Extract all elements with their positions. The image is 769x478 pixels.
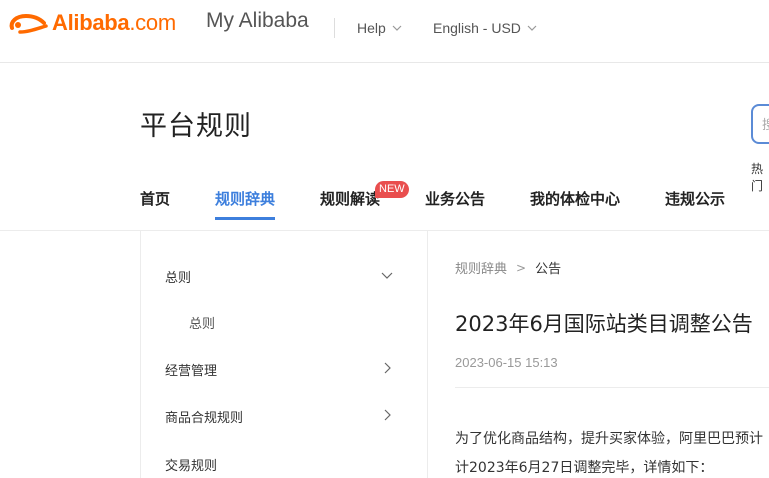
sidebar-item-product-compliance[interactable]: 商品合规规则 (165, 407, 243, 426)
logo-suffix: .com (129, 10, 176, 35)
help-dropdown[interactable]: Help (357, 20, 402, 36)
chevron-down-icon[interactable] (381, 269, 393, 281)
chevron-right-icon[interactable] (381, 362, 393, 374)
sidebar-item-business-management[interactable]: 经营管理 (165, 360, 217, 379)
sidebar-item-general[interactable]: 总则 (165, 267, 191, 286)
breadcrumb-current: 公告 (535, 262, 562, 277)
article-paragraph-line: 计2023年6月27日调整完毕，详情如下： (455, 460, 714, 476)
active-tab-underline (215, 217, 275, 220)
logo-text: Alibaba.com (52, 10, 176, 36)
search-placeholder: 搜 (762, 118, 769, 133)
language-dropdown[interactable]: English - USD (433, 20, 537, 36)
sidebar-item-trade-rules[interactable]: 交易规则 (165, 455, 217, 474)
article-title: 2023年6月国际站类目调整公告 (455, 312, 753, 336)
chevron-down-icon (527, 25, 537, 31)
alibaba-logo-icon (9, 13, 48, 34)
tab-home[interactable]: 首页 (140, 188, 170, 209)
top-bar: Alibaba.com My Alibaba Help English - US… (0, 0, 769, 63)
alibaba-logo[interactable]: Alibaba.com (6, 10, 176, 36)
article-paragraph-line: 为了优化商品结构，提升买家体验，阿里巴巴预计 (455, 431, 763, 447)
page-title: 平台规则 (140, 111, 252, 142)
tab-violation-publicity[interactable]: 违规公示 (665, 188, 725, 209)
breadcrumb: 规则辞典 > 公告 (455, 258, 562, 278)
help-label: Help (357, 20, 386, 36)
tab-my-check-center[interactable]: 我的体检中心 (530, 188, 620, 209)
sidebar-subitem-general[interactable]: 总则 (189, 313, 215, 332)
top-separator (334, 18, 335, 38)
breadcrumb-separator: > (516, 260, 527, 275)
new-badge: NEW (375, 181, 409, 198)
tab-rules-interpretation[interactable]: 规则解读 (320, 188, 380, 209)
language-label: English - USD (433, 20, 521, 36)
chevron-down-icon (392, 25, 402, 31)
article-divider (455, 387, 769, 388)
tab-business-notice[interactable]: 业务公告 (425, 188, 485, 209)
logo-brand: Alibaba (52, 10, 130, 35)
breadcrumb-root[interactable]: 规则辞典 (455, 258, 507, 277)
tab-rules-dictionary[interactable]: 规则辞典 (215, 188, 275, 209)
rules-sidebar: 总则 总则 经营管理 商品合规规则 交易规则 (140, 231, 428, 478)
chevron-right-icon[interactable] (381, 409, 393, 421)
article-date: 2023-06-15 15:13 (455, 355, 558, 370)
product-name[interactable]: My Alibaba (206, 9, 309, 33)
